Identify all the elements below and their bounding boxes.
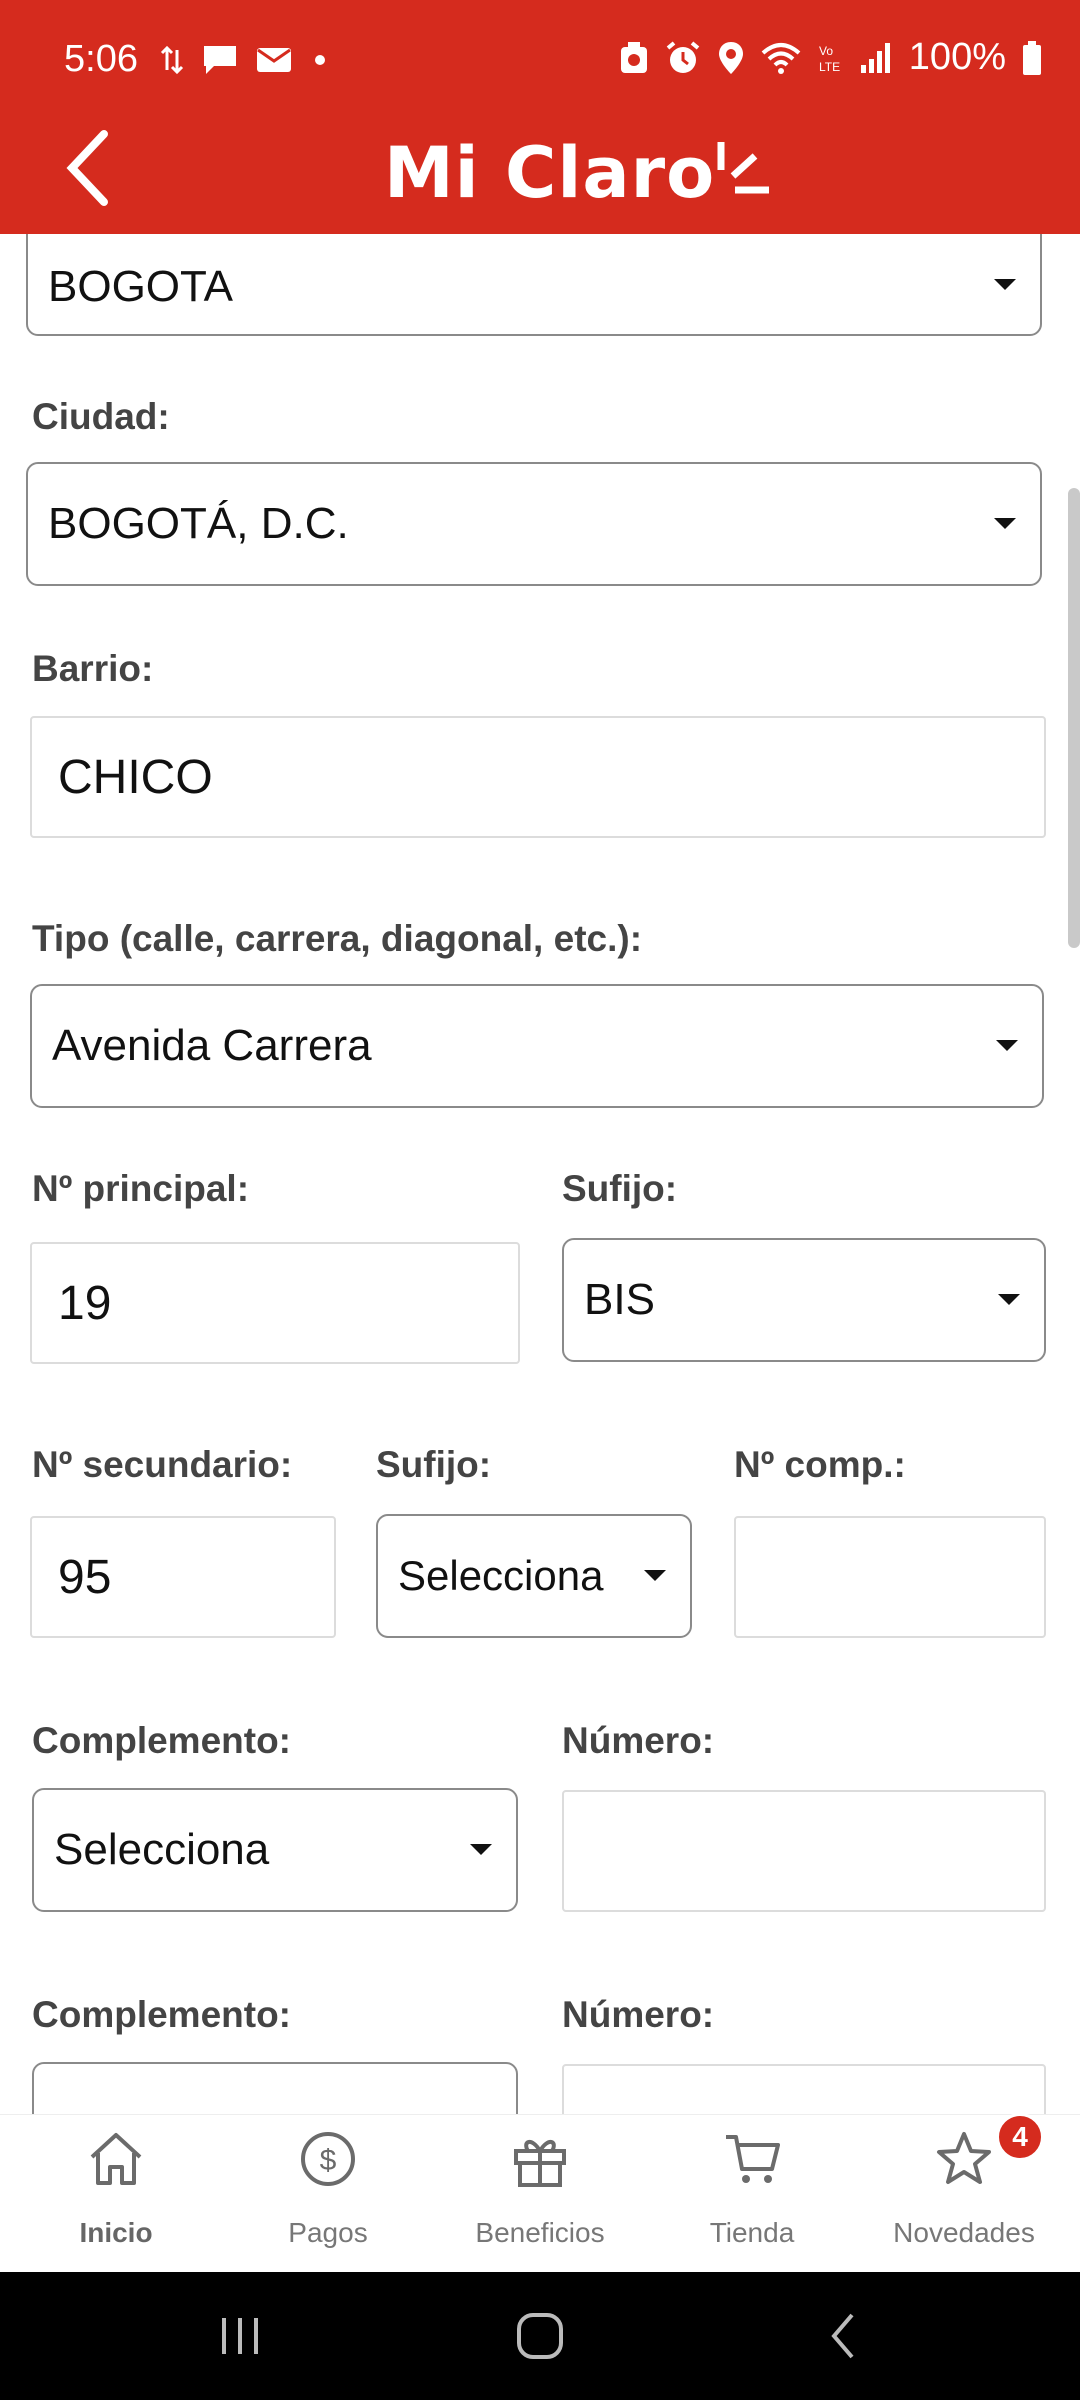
n-comp-label: Nº comp.: (734, 1444, 906, 1485)
tab-inicio-label: Inicio (79, 2217, 153, 2248)
dollar-icon: $ (301, 2132, 355, 2186)
home-icon (90, 2133, 142, 2185)
sufijo-secundario-select[interactable]: Selecciona (376, 1514, 692, 1638)
n-principal-input[interactable]: 19 (30, 1242, 520, 1364)
tab-novedades[interactable]: Novedades 4 (864, 2113, 1064, 2273)
location-icon (718, 41, 743, 74)
tipo-select[interactable]: Avenida Carrera (30, 984, 1044, 1108)
chevron-down-icon (470, 1844, 492, 1855)
back-system-button[interactable] (764, 2272, 924, 2400)
complemento-2-select[interactable] (32, 2062, 518, 2114)
cart-icon (726, 2135, 780, 2183)
ciudad-value: BOGOTÁ, D.C. (48, 499, 349, 548)
brand-name: Mi Claro (384, 132, 716, 214)
n-comp-input[interactable] (734, 1516, 1046, 1638)
tab-inicio[interactable]: Inicio (16, 2115, 216, 2273)
barrio-input[interactable]: CHICO (30, 716, 1046, 838)
notification-badge: 4 (996, 2113, 1044, 2161)
sufijo-principal-value: BIS (584, 1275, 655, 1324)
tab-pagos[interactable]: $ Pagos (228, 2115, 428, 2273)
n-secundario-value: 95 (58, 1550, 112, 1604)
bottom-tab-bar: Inicio $ Pagos Beneficios Tienda Novedad… (0, 2113, 1080, 2273)
star-icon (937, 2132, 991, 2184)
numero-2-input[interactable] (562, 2064, 1046, 2114)
tipo-label: Tipo (calle, carrera, diagonal, etc.): (32, 918, 643, 959)
claro-sun-icon (717, 142, 770, 194)
sufijo-principal-select[interactable]: BIS (562, 1238, 1046, 1362)
brand-logo: Mi Claro (384, 128, 771, 218)
complemento-1-label: Complemento: (32, 1720, 291, 1761)
recycle-icon (620, 41, 647, 73)
battery-percentage: 100% (908, 36, 1006, 78)
status-bar: 5:06 Vo LTE 100% (0, 0, 1080, 120)
tab-tienda[interactable]: Tienda (652, 2115, 852, 2273)
n-principal-label: Nº principal: (32, 1168, 250, 1209)
tab-beneficios[interactable]: Beneficios (440, 2115, 640, 2273)
n-secundario-label: Nº secundario: (32, 1444, 293, 1485)
tipo-value: Avenida Carrera (52, 1021, 372, 1070)
home-system-button[interactable] (460, 2272, 620, 2400)
tab-novedades-label: Novedades (893, 2217, 1035, 2248)
dot-icon (315, 55, 325, 65)
data-transfer-icon (160, 45, 184, 75)
departamento-select[interactable]: BOGOTA (26, 234, 1042, 336)
app-header: 5:06 Vo LTE 100% Mi Claro (0, 0, 1080, 234)
sufijo-principal-label: Sufijo: (562, 1168, 678, 1209)
tab-pagos-label: Pagos (288, 2217, 368, 2248)
back-chevron-icon (831, 2313, 854, 2359)
ciudad-select[interactable]: BOGOTÁ, D.C. (26, 462, 1042, 586)
back-arrow-icon (66, 130, 108, 206)
n-secundario-input[interactable]: 95 (30, 1516, 336, 1638)
message-icon (204, 46, 236, 74)
address-form: BOGOTA Ciudad: BOGOTÁ, D.C. Barrio: CHIC… (0, 234, 1080, 2114)
chevron-down-icon (994, 518, 1016, 529)
ciudad-label: Ciudad: (32, 396, 170, 437)
svg-text:$: $ (320, 2144, 337, 2177)
svg-text:Vo: Vo (819, 44, 833, 58)
status-notification-icons (160, 44, 330, 76)
sufijo-secundario-label: Sufijo: (376, 1444, 492, 1485)
mail-icon (257, 48, 291, 72)
chevron-down-icon (644, 1570, 666, 1581)
n-principal-value: 19 (58, 1276, 112, 1330)
numero-2-label: Número: (562, 1994, 715, 2035)
chevron-down-icon (994, 279, 1016, 290)
battery-icon (1023, 40, 1041, 75)
barrio-value: CHICO (58, 750, 213, 804)
recent-apps-button[interactable] (160, 2272, 320, 2400)
svg-text:LTE: LTE (819, 60, 840, 74)
complemento-2-label: Complemento: (32, 1994, 291, 2035)
recent-apps-icon (222, 2318, 258, 2354)
back-button[interactable] (40, 118, 140, 218)
gift-icon (514, 2140, 566, 2187)
numero-1-label: Número: (562, 1720, 715, 1761)
home-circle-icon (517, 2313, 563, 2359)
alarm-icon (666, 40, 700, 73)
complemento-1-value: Selecciona (54, 1825, 270, 1874)
status-right-icons: Vo LTE 100% (619, 36, 1042, 79)
system-navigation-bar (0, 2272, 1080, 2400)
app-nav-bar: Mi Claro (0, 110, 1080, 234)
status-time: 5:06 (64, 38, 138, 80)
chevron-down-icon (996, 1040, 1018, 1051)
tab-beneficios-label: Beneficios (475, 2217, 605, 2248)
volte-icon: Vo LTE (819, 44, 840, 74)
sufijo-secundario-value: Selecciona (398, 1552, 604, 1599)
tab-tienda-label: Tienda (709, 2217, 795, 2248)
wifi-icon (761, 42, 801, 74)
signal-icon (860, 42, 890, 73)
departamento-value: BOGOTA (48, 262, 233, 311)
scrollbar[interactable] (1068, 488, 1080, 948)
complemento-1-select[interactable]: Selecciona (32, 1788, 518, 1912)
numero-1-input[interactable] (562, 1790, 1046, 1912)
chevron-down-icon (998, 1294, 1020, 1305)
barrio-label: Barrio: (32, 648, 154, 689)
